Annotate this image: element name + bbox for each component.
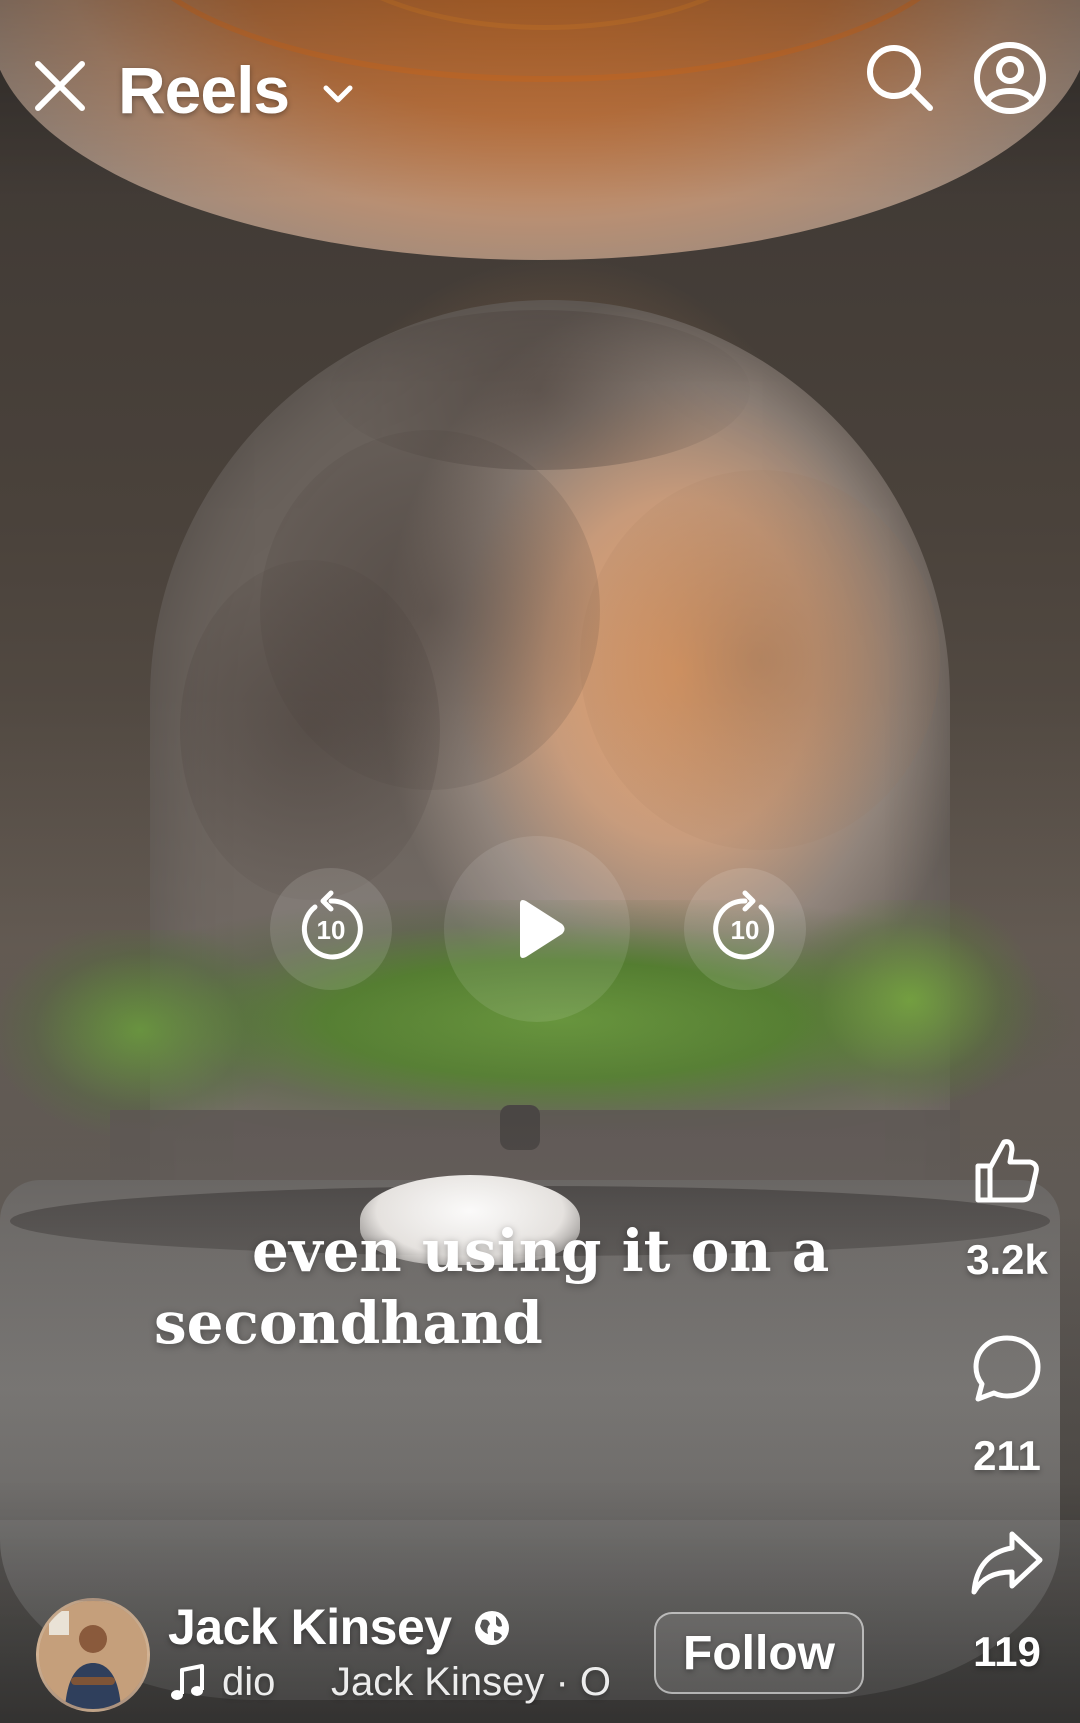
close-icon[interactable] (30, 56, 90, 116)
play-icon (520, 900, 565, 958)
play-button[interactable] (444, 836, 630, 1022)
avatar-image (39, 1601, 147, 1709)
page-title[interactable]: Reels (118, 52, 290, 128)
rewind-seconds: 10 (317, 915, 346, 945)
profile-icon[interactable] (970, 38, 1050, 118)
music-note-icon (171, 1664, 204, 1700)
share-icon[interactable] (970, 1526, 1044, 1600)
caption-line-2: secondhand (154, 1289, 543, 1357)
globe-icon (475, 1611, 509, 1645)
comment-icon[interactable] (970, 1332, 1044, 1406)
search-icon[interactable] (862, 40, 938, 116)
forward-seconds: 10 (731, 915, 760, 945)
forward-10-button[interactable]: 10 (684, 868, 806, 990)
share-count: 119 (973, 1628, 1041, 1675)
avatar[interactable] (36, 1598, 150, 1712)
forward-10-icon: 10 (713, 890, 775, 960)
comment-count: 211 (973, 1432, 1041, 1479)
audio-track[interactable]: dio Jack Kinsey · O (222, 1660, 610, 1705)
like-count: 3.2k (966, 1236, 1048, 1283)
rewind-10-icon: 10 (301, 890, 363, 960)
author-name[interactable]: Jack Kinsey (168, 1598, 452, 1656)
top-bar: Reels (0, 0, 1080, 180)
caption-line-1: even using it on a (252, 1217, 830, 1285)
follow-button[interactable]: Follow (654, 1612, 864, 1694)
like-icon[interactable] (970, 1134, 1044, 1208)
chevron-down-icon[interactable] (318, 74, 358, 114)
rewind-10-button[interactable]: 10 (270, 868, 392, 990)
